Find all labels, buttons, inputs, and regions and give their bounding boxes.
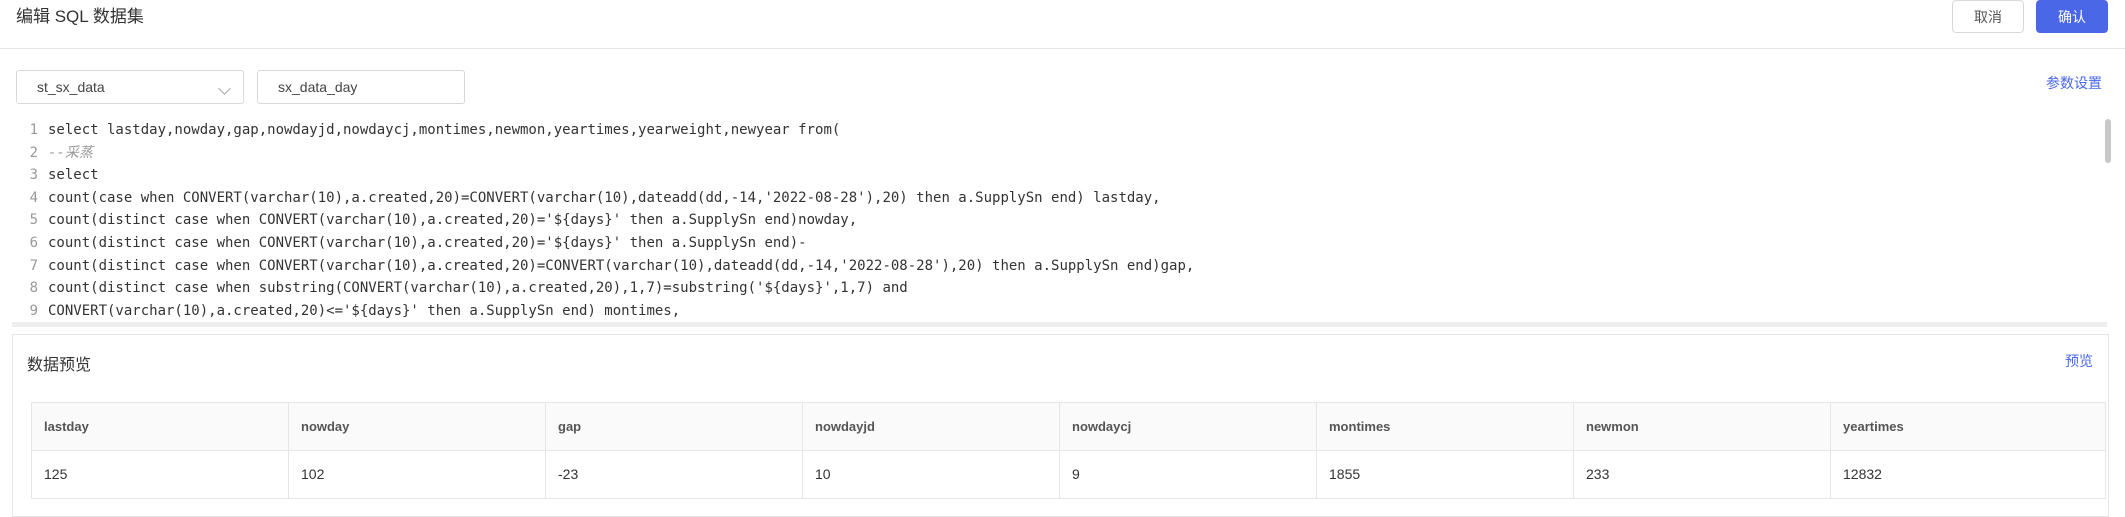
table-header-row: lastday nowday gap nowdayjd nowdaycj mon…: [32, 403, 2105, 451]
code-text: select lastday,nowday,gap,nowdayjd,nowda…: [48, 122, 841, 138]
line-number: 3: [29, 167, 38, 184]
sql-editor[interactable]: 1 select lastday,nowday,gap,nowdayjd,nowd…: [12, 119, 2107, 324]
column-header: nowdaycj: [1060, 403, 1317, 450]
code-line: 7 count(distinct case when CONVERT(varcha…: [12, 255, 2107, 278]
code-line: 9 CONVERT(varchar(10),a.created,20)<='${d…: [12, 300, 2107, 323]
code-line: 3 select: [12, 164, 2107, 187]
line-number: 7: [29, 257, 38, 274]
column-header: lastday: [32, 403, 289, 450]
code-text: --采蒸: [48, 144, 93, 161]
cancel-button[interactable]: 取消: [1952, 0, 2024, 33]
param-settings-link[interactable]: 参数设置: [2046, 73, 2102, 93]
table-cell: 102: [289, 451, 546, 498]
table-cell: 233: [1574, 451, 1831, 498]
code-line: 1 select lastday,nowday,gap,nowdayjd,nowd…: [12, 119, 2107, 142]
code-text: count(case when CONVERT(varchar(10),a.cr…: [48, 189, 1161, 206]
code-text: count(distinct case when substring(CONVE…: [48, 280, 908, 297]
preview-button[interactable]: 预览: [2065, 351, 2093, 371]
line-number: 6: [29, 234, 38, 251]
column-header: gap: [546, 403, 803, 450]
line-number: 2: [29, 144, 38, 161]
table-cell: 12832: [1843, 466, 1882, 482]
preview-table: lastday nowday gap nowdayjd nowdaycj mon…: [31, 402, 2106, 499]
table-cell: 10: [803, 451, 1060, 498]
editor-horizontal-scrollbar[interactable]: [12, 322, 2107, 327]
column-header: newmon: [1574, 403, 1831, 450]
code-text: count(distinct case when CONVERT(varchar…: [48, 257, 1195, 274]
datasource-select[interactable]: st_sx_data: [16, 70, 244, 104]
code-line: 6 count(distinct case when CONVERT(varcha…: [12, 232, 2107, 255]
code-line: 4 count(case when CONVERT(varchar(10),a.c…: [12, 187, 2107, 210]
table-row: 125 102 -23 10 9 1855 233 12832: [32, 451, 2105, 498]
code-text: CONVERT(varchar(10),a.created,20)<='${da…: [48, 302, 681, 319]
code-line: 2 --采蒸: [12, 142, 2107, 165]
line-number: 4: [29, 189, 38, 206]
line-number: 5: [29, 212, 38, 229]
code-text: count(distinct case when CONVERT(varchar…: [48, 234, 807, 251]
code-line: 5 count(distinct case when CONVERT(varcha…: [12, 209, 2107, 232]
column-header: yeartimes: [1843, 419, 1904, 434]
column-header: nowdayjd: [803, 403, 1060, 450]
preview-title: 数据预览: [27, 357, 92, 374]
table-cell: 9: [1060, 451, 1317, 498]
page-title: 编辑 SQL 数据集: [16, 7, 144, 26]
datasource-select-value: st_sx_data: [37, 79, 105, 95]
table-cell: 125: [32, 451, 289, 498]
column-header: nowday: [289, 403, 546, 450]
line-number: 8: [29, 280, 38, 297]
editor-vertical-scrollbar[interactable]: [2105, 119, 2111, 163]
column-header: montimes: [1317, 403, 1574, 450]
confirm-button[interactable]: 确认: [2036, 0, 2108, 33]
chevron-down-icon: [218, 82, 231, 95]
code-line: 8 count(distinct case when substring(CONV…: [12, 277, 2107, 300]
line-number: 1: [29, 122, 38, 138]
table-cell: 1855: [1317, 451, 1574, 498]
code-text: select: [48, 167, 99, 184]
header: 编辑 SQL 数据集 取消 确认: [0, 0, 2125, 49]
data-preview-panel: 数据预览 预览 lastday nowday gap nowdayjd nowd…: [12, 334, 2109, 517]
code-text: count(distinct case when CONVERT(varchar…: [48, 212, 858, 229]
line-number: 9: [29, 302, 38, 319]
table-cell: -23: [546, 451, 803, 498]
dataset-name-input[interactable]: sx_data_day: [257, 70, 465, 104]
